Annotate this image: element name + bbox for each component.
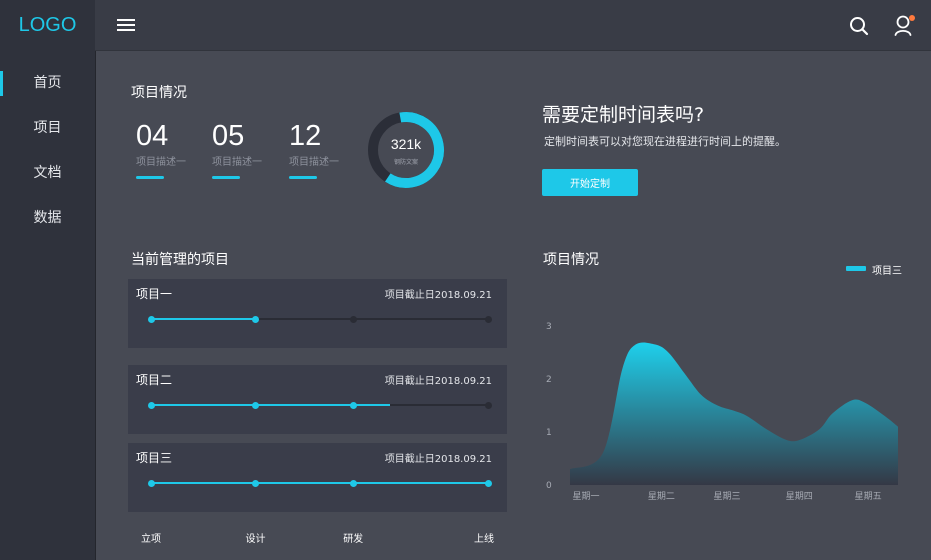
sidebar: LOGO 首页 项目 文档 数据 <box>0 0 96 560</box>
stat-underline <box>289 176 317 179</box>
progress-fill <box>151 318 256 320</box>
stage-dot <box>148 402 155 409</box>
sidebar-item-label: 首页 <box>33 75 62 91</box>
logo: LOGO <box>18 14 77 36</box>
sidebar-item-documents[interactable]: 文档 <box>0 151 95 196</box>
user-icon[interactable] <box>893 14 915 38</box>
stage-label: 设计 <box>245 534 266 545</box>
x-tick-label: 星期四 <box>786 491 813 502</box>
sidebar-item-data[interactable]: 数据 <box>0 196 95 241</box>
area-series-project3 <box>570 342 898 485</box>
stage-dot <box>252 316 260 323</box>
dashboard: LOGO 首页 项目 文档 数据 项目情况 04 项目描述一 05 项目描述一 … <box>0 0 931 560</box>
stat-label: 项目描述一 <box>289 157 339 168</box>
project-name: 项目一 <box>136 287 173 301</box>
sidebar-item-label: 文档 <box>33 165 62 181</box>
stat-value: 12 <box>289 120 322 152</box>
sidebar-item-label: 项目 <box>33 120 62 136</box>
progress-track: 立项设计研发上线 <box>141 402 494 467</box>
y-tick-label: 2 <box>546 375 552 385</box>
stage-dot <box>485 316 492 323</box>
stat-underline <box>212 176 240 179</box>
notification-dot <box>909 15 915 21</box>
stat-value: 04 <box>136 120 169 152</box>
stage-dot <box>148 316 155 323</box>
stage-dot <box>485 402 492 409</box>
stage-dot <box>252 402 260 409</box>
donut-caption: 钢防文案 <box>393 159 418 166</box>
sidebar-nav: 首页 项目 文档 数据 <box>0 61 95 241</box>
stage-label: 研发 <box>343 534 364 545</box>
promo-title: 需要定制时间表吗? <box>542 104 705 126</box>
progress-track: 立项设计研发上线 <box>141 316 494 381</box>
top-bar <box>95 0 931 51</box>
area-chart: 0 1 2 3 星期一 星期二 星期三 星期四 星期五 <box>546 322 898 502</box>
sidebar-item-home[interactable]: 首页 <box>0 61 95 106</box>
y-tick-label: 1 <box>546 428 552 438</box>
legend-label: 项目三 <box>872 266 902 277</box>
project-name: 项目二 <box>136 373 173 387</box>
stat-value: 05 <box>212 120 245 152</box>
projects-title: 当前管理的项目 <box>131 252 229 268</box>
stat-card: 05 项目描述一 <box>212 120 282 179</box>
project-card[interactable]: 项目二项目截止日2018.09.21立项设计研发上线 <box>128 365 507 467</box>
legend-swatch <box>846 266 866 271</box>
project-name: 项目三 <box>136 451 173 465</box>
search-icon[interactable] <box>848 15 870 37</box>
stat-label: 项目描述一 <box>136 157 186 168</box>
stage-label: 立项 <box>141 534 161 545</box>
sidebar-item-label: 数据 <box>33 210 62 226</box>
menu-icon[interactable] <box>117 16 135 34</box>
stat-card: 12 项目描述一 <box>289 120 359 179</box>
chart-title: 项目情况 <box>543 252 599 268</box>
donut-value: 321k <box>390 136 422 152</box>
project-card[interactable]: 项目三 项目截止日2018.09.21 立项 设计 研发 上线 <box>128 443 507 545</box>
project-card[interactable]: 项目一 项目截止日2018.09.21 立项设计研发上线 <box>128 279 507 381</box>
stage-dot <box>350 316 358 323</box>
y-tick-label: 0 <box>546 481 552 491</box>
progress-track: 立项 设计 研发 上线 <box>141 480 494 545</box>
start-customize-button[interactable]: 开始定制 <box>542 169 638 196</box>
stage-dot <box>350 402 358 409</box>
x-tick-label: 星期三 <box>714 491 741 502</box>
stage-dot <box>350 480 358 487</box>
overview-title: 项目情况 <box>131 85 187 101</box>
promo-description: 定制时间表可以对您现在进程进行时间上的提醒。 <box>544 135 786 148</box>
sidebar-item-projects[interactable]: 项目 <box>0 106 95 151</box>
stage-label: 上线 <box>474 534 494 545</box>
stage-dot <box>148 480 155 487</box>
x-tick-label: 星期一 <box>572 491 599 502</box>
project-deadline: 项目截止日2018.09.21 <box>384 290 492 301</box>
stat-underline <box>136 176 164 179</box>
stage-dot <box>485 480 492 487</box>
x-tick-label: 星期二 <box>648 491 675 502</box>
x-tick-label: 星期五 <box>855 491 882 502</box>
progress-fill <box>151 482 488 484</box>
stat-label: 项目描述一 <box>212 157 262 168</box>
y-tick-label: 3 <box>546 322 552 332</box>
project-deadline: 项目截止日2018.09.21 <box>384 454 492 465</box>
stage-dot <box>252 480 260 487</box>
stat-card: 04 项目描述一 <box>136 120 206 179</box>
project-deadline: 项目截止日2018.09.21 <box>384 376 492 387</box>
